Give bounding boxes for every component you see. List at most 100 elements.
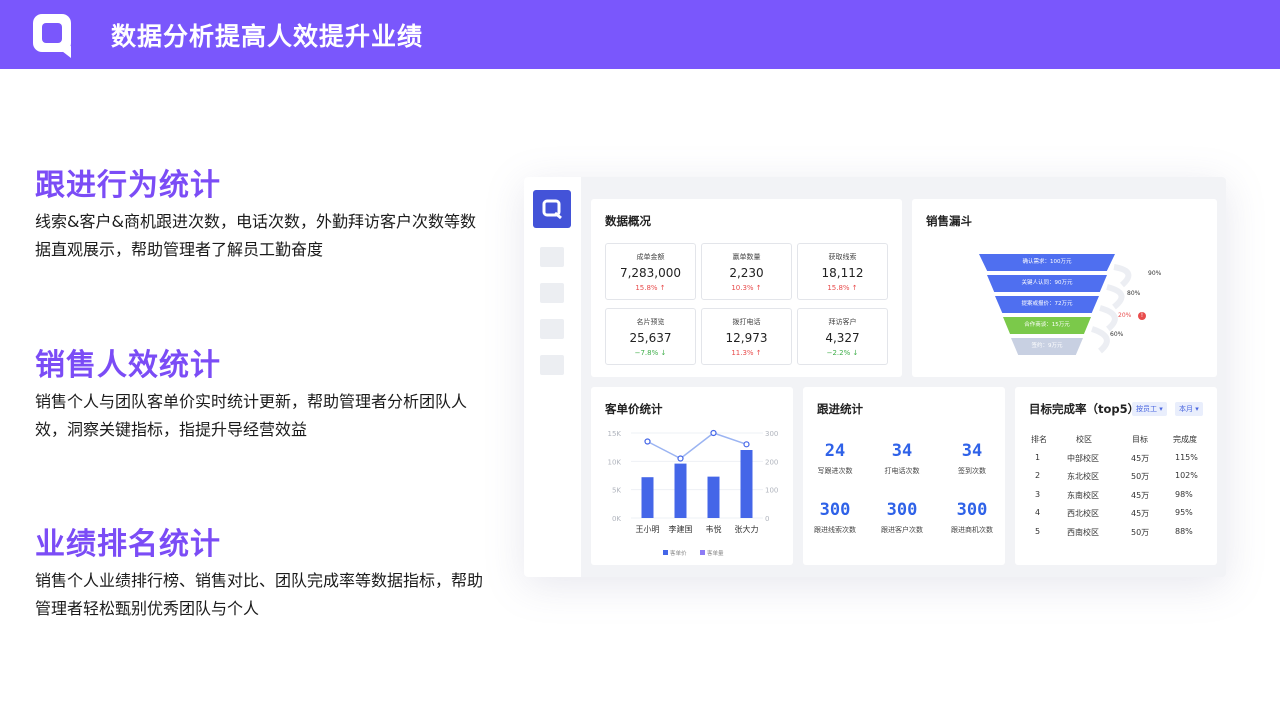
section-title: 销售人效统计 xyxy=(35,348,221,383)
target-card: 目标完成率（top5） 按员工 ▾ 本月 ▾ 排名 校区 目标 完成度 1 中部… xyxy=(1015,387,1217,565)
section-sales-efficiency: 销售人效统计 销售个人与团队客单价实时统计更新，帮助管理者分析团队人效，洞察关键… xyxy=(35,348,485,444)
arrow-up-icon: ↑ xyxy=(755,349,762,357)
employee-filter[interactable]: 按员工 ▾ xyxy=(1132,402,1167,416)
table-cell: 2 xyxy=(1035,471,1041,480)
kpi-label: 拜访客户 xyxy=(828,318,857,326)
period-filter[interactable]: 本月 ▾ xyxy=(1175,402,1203,416)
section-title: 业绩排名统计 xyxy=(35,527,221,562)
table-cell: 98% xyxy=(1175,490,1193,499)
sidebar-item[interactable] xyxy=(540,283,564,303)
table-header: 目标 xyxy=(1132,435,1148,444)
y-left-tick-label: 5K xyxy=(612,487,621,495)
kpi-card[interactable]: 拜访客户 4,327 −2.2% ↓ xyxy=(797,308,888,365)
table-cell: 4 xyxy=(1035,508,1041,517)
kpi-change: 15.8% ↑ xyxy=(798,284,887,292)
section-description: 销售个人业绩排行榜、销售对比、团队完成率等数据指标，帮助管理者轻松甄别优秀团队与… xyxy=(35,571,484,618)
legend-label: 客单价 xyxy=(670,549,687,557)
table-cell: 3 xyxy=(1035,490,1041,499)
kpi-value: 2,230 xyxy=(729,266,764,280)
target-title: 目标完成率（top5） xyxy=(1029,402,1140,416)
table-cell: 50万 xyxy=(1131,528,1150,537)
chevron-down-icon: ▾ xyxy=(1159,405,1163,413)
line-point xyxy=(677,455,684,462)
table-cell: 西南校区 xyxy=(1067,528,1099,537)
kpi-change-text: −2.2% xyxy=(826,349,851,357)
kpi-value: 25,637 xyxy=(629,331,672,345)
sidebar-item[interactable] xyxy=(540,247,564,267)
funnel-stage[interactable]: 关键人认同：90万元 xyxy=(987,275,1107,292)
sidebar-item[interactable] xyxy=(540,319,564,339)
funnel-stage[interactable]: 合作商谈：15万元 xyxy=(1003,317,1091,334)
table-cell: 115% xyxy=(1175,453,1198,462)
section-description: 线索&客户&商机跟进次数，电话次数，外勤拜访客户次数等数据直观展示，帮助管理者了… xyxy=(35,212,476,259)
table-cell: 5 xyxy=(1035,527,1041,536)
followup-card: 跟进统计 24 写跟进次数 34 打电话次数 34 签到次数 300 跟进线索次… xyxy=(803,387,1005,565)
kpi-label: 名片预览 xyxy=(636,318,665,326)
kpi-card[interactable]: 拨打电话 12,973 11.3% ↑ xyxy=(701,308,792,365)
unit-price-chart: 15K 300 10K 200 5K 100 0K 0 王小明 李建国 韦悦 张大力客单价 客单量 xyxy=(608,429,778,557)
sidebar xyxy=(524,177,581,577)
arrow-down-icon: ↓ xyxy=(852,349,859,357)
chevron-down-icon: ▾ xyxy=(1195,405,1199,413)
line-point xyxy=(710,429,717,437)
followup-value: 34 xyxy=(891,441,913,461)
kpi-change: −7.8% ↓ xyxy=(606,349,695,357)
kpi-label: 获取线索 xyxy=(828,253,857,261)
kpi-card[interactable]: 赢单数量 2,230 10.3% ↑ xyxy=(701,243,792,300)
filter-label: 按员工 xyxy=(1136,405,1157,413)
line-point xyxy=(743,441,750,448)
bar xyxy=(707,476,720,518)
kpi-label: 成单金额 xyxy=(636,253,665,261)
table-cell: 45万 xyxy=(1131,509,1150,518)
arrow-down-icon: ↓ xyxy=(660,349,667,357)
alert-icon[interactable]: ! xyxy=(1138,312,1146,320)
kpi-card[interactable]: 获取线索 18,112 15.8% ↑ xyxy=(797,243,888,300)
kpi-value: 12,973 xyxy=(725,331,768,345)
unit-price-card: 客单价统计 15K 300 10K 200 5K 100 0K 0 王小明 李建国 韦悦 张大力 客单价… xyxy=(591,387,793,565)
kpi-change: 10.3% ↑ xyxy=(702,284,791,292)
dashboard-screenshot: 数据概况 成单金额 7,283,000 15.8% ↑ 赢单数量 2,230 10.3%… xyxy=(524,177,1226,577)
kpi-card[interactable]: 名片预览 25,637 −7.8% ↓ xyxy=(605,308,696,365)
funnel-stage[interactable]: 签约：9万元 xyxy=(1011,338,1083,355)
y-right-tick-label: 100 xyxy=(765,487,778,495)
x-tick-label: 张大力 xyxy=(735,524,759,534)
kpi-card[interactable]: 成单金额 7,283,000 15.8% ↑ xyxy=(605,243,696,300)
table-header: 排名 xyxy=(1031,435,1047,444)
header-bar: 数据分析提高人效提升业绩 xyxy=(0,0,1280,69)
legend-swatch xyxy=(700,550,705,555)
table-cell: 中部校区 xyxy=(1067,454,1099,463)
table-cell: 西北校区 xyxy=(1067,509,1099,518)
kpi-change-text: 11.3% xyxy=(731,349,754,357)
table-cell: 1 xyxy=(1035,453,1041,462)
table-header: 完成度 xyxy=(1173,435,1197,444)
kpi-value: 7,283,000 xyxy=(619,266,682,280)
table-cell: 50万 xyxy=(1131,472,1150,481)
table-cell: 东南校区 xyxy=(1067,491,1099,500)
kpi-value: 4,327 xyxy=(825,331,860,345)
kpi-change-text: 15.8% xyxy=(635,284,658,292)
section-performance-ranking: 业绩排名统计 销售个人业绩排行榜、销售对比、团队完成率等数据指标，帮助管理者轻松… xyxy=(35,527,485,623)
arrow-up-icon: ↑ xyxy=(755,284,762,292)
table-cell: 95% xyxy=(1175,508,1193,517)
legend-swatch xyxy=(663,550,668,555)
overview-title: 数据概况 xyxy=(605,214,651,228)
sidebar-item[interactable] xyxy=(540,355,564,375)
followup-title: 跟进统计 xyxy=(817,402,863,416)
line-point xyxy=(644,438,651,445)
legend-label: 客单量 xyxy=(707,549,724,557)
followup-value: 300 xyxy=(886,500,918,520)
bar xyxy=(641,477,654,518)
y-left-tick-label: 10K xyxy=(608,458,622,466)
followup-value: 300 xyxy=(819,500,851,520)
kpi-change-text: 15.8% xyxy=(827,284,850,292)
arrow-up-icon: ↑ xyxy=(851,284,858,292)
funnel-percent: 60% xyxy=(1110,331,1124,338)
page-title: 数据分析提高人效提升业绩 xyxy=(111,22,424,51)
table-header: 校区 xyxy=(1076,435,1092,444)
sidebar-logo-icon[interactable] xyxy=(533,190,571,228)
funnel-stage[interactable]: 确认需求：100万元 xyxy=(979,254,1115,271)
x-tick-label: 王小明 xyxy=(636,525,660,534)
y-left-tick-label: 0K xyxy=(612,515,621,523)
funnel-stage[interactable]: 提案或报价：72万元 xyxy=(995,296,1099,313)
funnel-percent: 80% xyxy=(1127,290,1141,297)
